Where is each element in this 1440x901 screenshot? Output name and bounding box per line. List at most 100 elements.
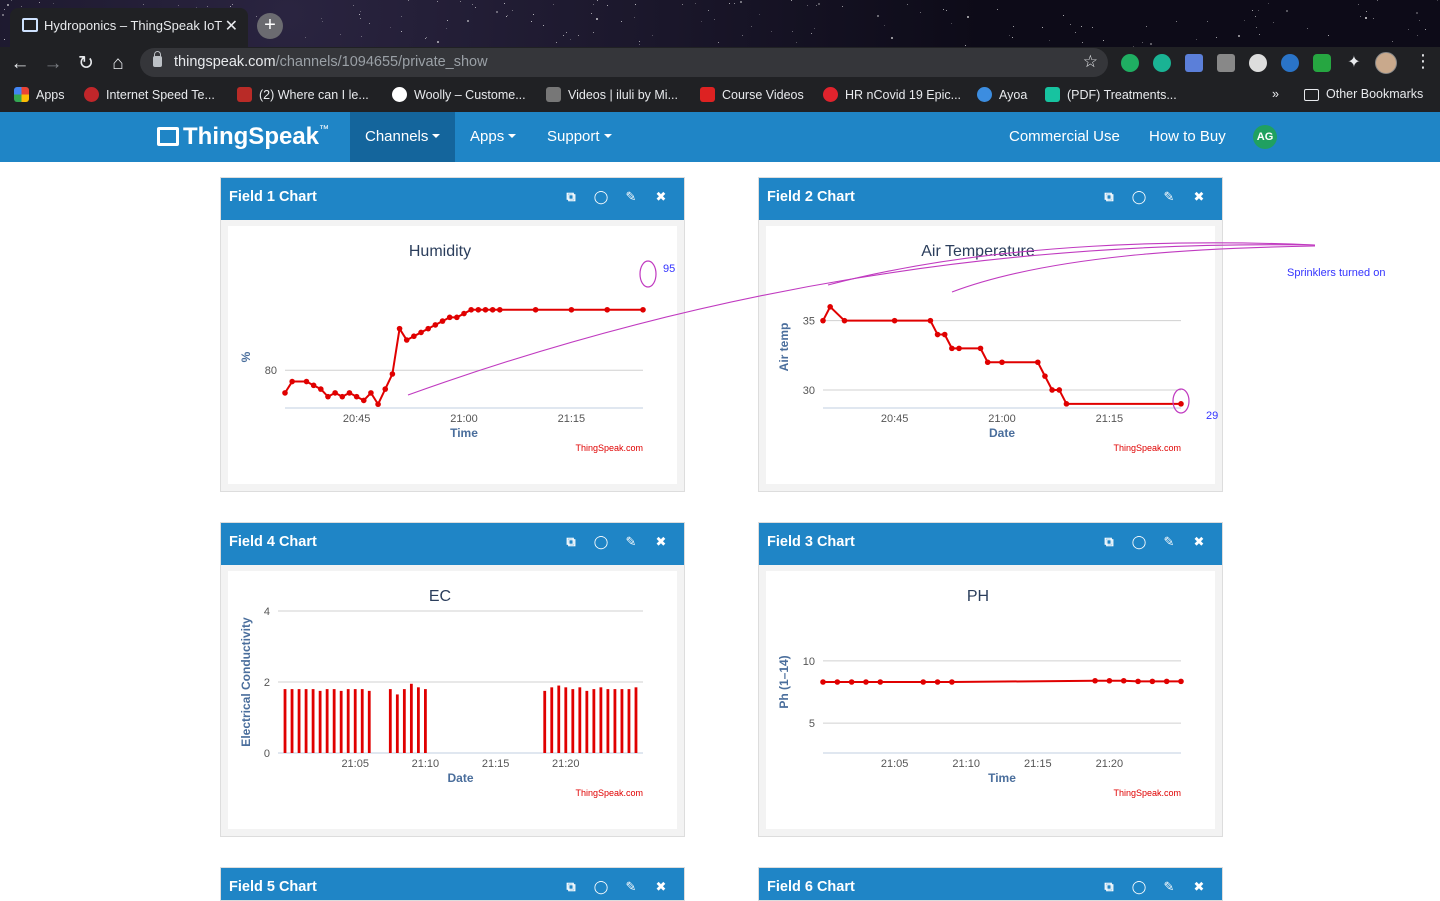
- close-icon[interactable]: ✖: [652, 178, 670, 216]
- edit-pencil-icon[interactable]: ✎: [622, 523, 640, 561]
- field3-chart-panel: Field 3 Chart ⧉ ◯ ✎ ✖ PH 5 10 21:05 21:10 21:15 2…: [758, 522, 1223, 837]
- bookmark-star-icon[interactable]: ☆: [1083, 52, 1098, 72]
- star-dot: [507, 15, 508, 16]
- bar: [550, 687, 554, 753]
- bookmark-course-videos[interactable]: Course Videos: [700, 87, 804, 102]
- open-external-icon[interactable]: ⧉: [562, 523, 580, 561]
- air-temperature-chart: Air Temperature 30 35 20:45 21:00 21:15 Date Ai…: [777, 243, 1184, 453]
- back-icon[interactable]: ←: [8, 51, 32, 77]
- bookmark-woolly[interactable]: Woolly – Custome...: [392, 87, 526, 102]
- grammarly-extension-icon[interactable]: [1121, 54, 1139, 72]
- data-point: [927, 317, 934, 324]
- home-icon[interactable]: ⌂: [106, 51, 130, 77]
- star-dot: [1142, 42, 1143, 43]
- edit-pencil-icon[interactable]: ✎: [1160, 178, 1178, 216]
- nav-support[interactable]: Support: [547, 112, 612, 162]
- chart-title: PH: [967, 588, 989, 605]
- data-point: [956, 345, 962, 352]
- edit-pencil-icon[interactable]: ✎: [622, 868, 640, 900]
- star-dot: [811, 33, 812, 34]
- evernote-extension-icon[interactable]: [1313, 54, 1331, 72]
- nav-channels[interactable]: Channels: [350, 112, 455, 162]
- bookmark-internet-speed[interactable]: Internet Speed Te...: [84, 87, 215, 102]
- data-point: [934, 679, 941, 685]
- bar: [606, 689, 610, 753]
- star-dot: [553, 4, 554, 5]
- comment-icon[interactable]: ◯: [1130, 178, 1148, 216]
- browser-tab[interactable]: Hydroponics – ThingSpeak IoT ✕: [10, 8, 248, 47]
- y-tick-label: 35: [803, 316, 815, 328]
- close-icon[interactable]: ✖: [1190, 523, 1208, 561]
- data-point: [977, 345, 984, 352]
- data-point: [318, 386, 324, 392]
- data-point: [289, 378, 295, 385]
- close-tab-icon[interactable]: ✕: [225, 16, 238, 36]
- close-icon[interactable]: ✖: [652, 868, 670, 900]
- extensions-puzzle-icon[interactable]: ✦: [1345, 54, 1363, 72]
- bar: [578, 687, 582, 753]
- address-bar[interactable]: thingspeak.com/channels/1094655/private_…: [140, 48, 1108, 77]
- open-external-icon[interactable]: ⧉: [1100, 178, 1118, 216]
- star-dot: [39, 2, 40, 3]
- edit-pencil-icon[interactable]: ✎: [1160, 523, 1178, 561]
- bookmark-quora[interactable]: (2) Where can I le...: [237, 87, 369, 102]
- star-dot: [591, 13, 592, 14]
- comment-icon[interactable]: ◯: [592, 868, 610, 900]
- ph-chart: PH 5 10 21:05 21:10 21:15 21:20 Time Ph (1–14) Th…: [777, 588, 1184, 798]
- nav-how-to-buy[interactable]: How to Buy: [1149, 112, 1226, 162]
- bookmark-hr-ncovid[interactable]: HR nCovid 19 Epic...: [823, 87, 961, 102]
- nav-commercial-use[interactable]: Commercial Use: [1009, 112, 1120, 162]
- open-external-icon[interactable]: ⧉: [562, 178, 580, 216]
- thingspeak-logo[interactable]: ThingSpeak™: [157, 123, 329, 151]
- star-dot: [621, 21, 622, 22]
- edit-pencil-icon[interactable]: ✎: [1160, 868, 1178, 900]
- star-dot: [322, 21, 323, 22]
- bookmarks-overflow-icon[interactable]: »: [1272, 87, 1279, 101]
- new-tab-button[interactable]: +: [257, 13, 283, 39]
- star-dot: [1392, 41, 1393, 42]
- edit-pencil-icon[interactable]: ✎: [622, 178, 640, 216]
- open-external-icon[interactable]: ⧉: [562, 868, 580, 900]
- comment-icon[interactable]: ◯: [1130, 868, 1148, 900]
- bookmark-pdf-treatments[interactable]: (PDF) Treatments...: [1045, 87, 1177, 102]
- data-point: [454, 314, 460, 321]
- bookmark-iluli[interactable]: Videos | iluli by Mi...: [546, 87, 678, 102]
- bookmark-other[interactable]: Other Bookmarks: [1304, 87, 1423, 101]
- data-point: [941, 331, 948, 338]
- close-icon[interactable]: ✖: [1190, 178, 1208, 216]
- y-tick-label: 30: [803, 385, 815, 397]
- field1-chart-panel: Field 1 Chart ⧉ ◯ ✎ ✖ Humidity 80 20:45 21:00 2…: [220, 177, 685, 492]
- series-line: [822, 305, 1181, 405]
- star-dot: [842, 6, 843, 7]
- bookmark-ayoa[interactable]: Ayoa: [977, 87, 1027, 102]
- data-point: [820, 679, 826, 685]
- star-dot: [321, 18, 322, 19]
- bookmark-apps[interactable]: Apps: [14, 87, 65, 102]
- translate-extension-icon[interactable]: [1185, 54, 1203, 72]
- user-avatar[interactable]: AG: [1253, 125, 1277, 149]
- reload-icon[interactable]: ↻: [74, 51, 98, 77]
- comment-icon[interactable]: ◯: [1130, 523, 1148, 561]
- open-external-icon[interactable]: ⧉: [1100, 523, 1118, 561]
- data-point: [1106, 677, 1113, 684]
- star-dot: [652, 35, 653, 36]
- close-icon[interactable]: ✖: [652, 523, 670, 561]
- extension-blue-icon[interactable]: [1281, 54, 1299, 72]
- x-tick-label: 21:05: [341, 758, 369, 770]
- nav-apps[interactable]: Apps: [470, 112, 517, 162]
- data-point: [325, 393, 331, 400]
- data-point: [834, 679, 841, 685]
- open-external-icon[interactable]: ⧉: [1100, 868, 1118, 900]
- comment-icon[interactable]: ◯: [592, 178, 610, 216]
- extension-m-icon[interactable]: [1153, 54, 1171, 72]
- star-dot: [360, 18, 361, 19]
- extension-k-icon[interactable]: [1217, 54, 1235, 72]
- close-icon[interactable]: ✖: [1190, 868, 1208, 900]
- profile-avatar[interactable]: [1375, 52, 1397, 74]
- bar: [571, 689, 575, 753]
- forward-icon[interactable]: →: [41, 51, 65, 77]
- star-dot: [556, 42, 557, 43]
- extension-circle-icon[interactable]: [1249, 54, 1267, 72]
- browser-menu-icon[interactable]: ⋮: [1414, 51, 1432, 72]
- comment-icon[interactable]: ◯: [592, 523, 610, 561]
